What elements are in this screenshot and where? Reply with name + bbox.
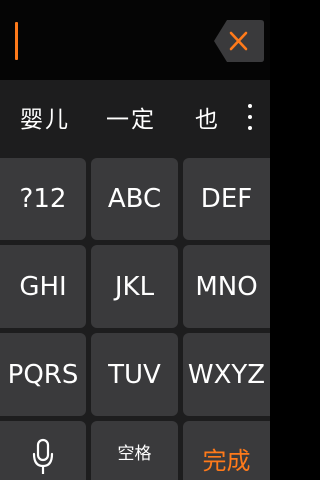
key-jkl[interactable]: JKL <box>91 245 178 328</box>
key-tuv[interactable]: TUV <box>91 333 178 416</box>
space-key[interactable]: 空格 <box>91 421 178 480</box>
key-ghi[interactable]: GHI <box>0 245 86 328</box>
done-key-label: 完成 <box>202 446 251 475</box>
candidate-item[interactable]: 也 <box>195 100 220 134</box>
more-vertical-icon <box>248 104 252 108</box>
microphone-icon <box>32 438 54 474</box>
keyboard-panel: 婴儿 一定 也 ?12 ABC DEF GHI JKL MNO PQRS TUV… <box>0 80 270 480</box>
key-wxyz[interactable]: WXYZ <box>183 333 270 416</box>
text-input-area[interactable] <box>0 0 270 80</box>
key-symbols[interactable]: ?12 <box>0 158 86 240</box>
more-candidates-button[interactable] <box>242 102 258 134</box>
candidate-item[interactable]: 一定 <box>106 100 156 134</box>
done-key[interactable]: 完成 <box>183 421 270 480</box>
candidate-item[interactable]: 婴儿 <box>20 100 70 134</box>
text-cursor <box>15 22 18 60</box>
key-def[interactable]: DEF <box>183 158 270 240</box>
key-mno[interactable]: MNO <box>183 245 270 328</box>
key-abc[interactable]: ABC <box>91 158 178 240</box>
keyboard-screen: 婴儿 一定 也 ?12 ABC DEF GHI JKL MNO PQRS TUV… <box>0 0 270 480</box>
candidate-bar: 婴儿 一定 也 <box>0 80 270 155</box>
key-pqrs[interactable]: PQRS <box>0 333 86 416</box>
voice-input-button[interactable] <box>0 421 86 480</box>
backspace-button[interactable] <box>213 18 265 64</box>
backspace-icon <box>214 20 264 62</box>
space-key-label: 空格 <box>117 444 152 464</box>
